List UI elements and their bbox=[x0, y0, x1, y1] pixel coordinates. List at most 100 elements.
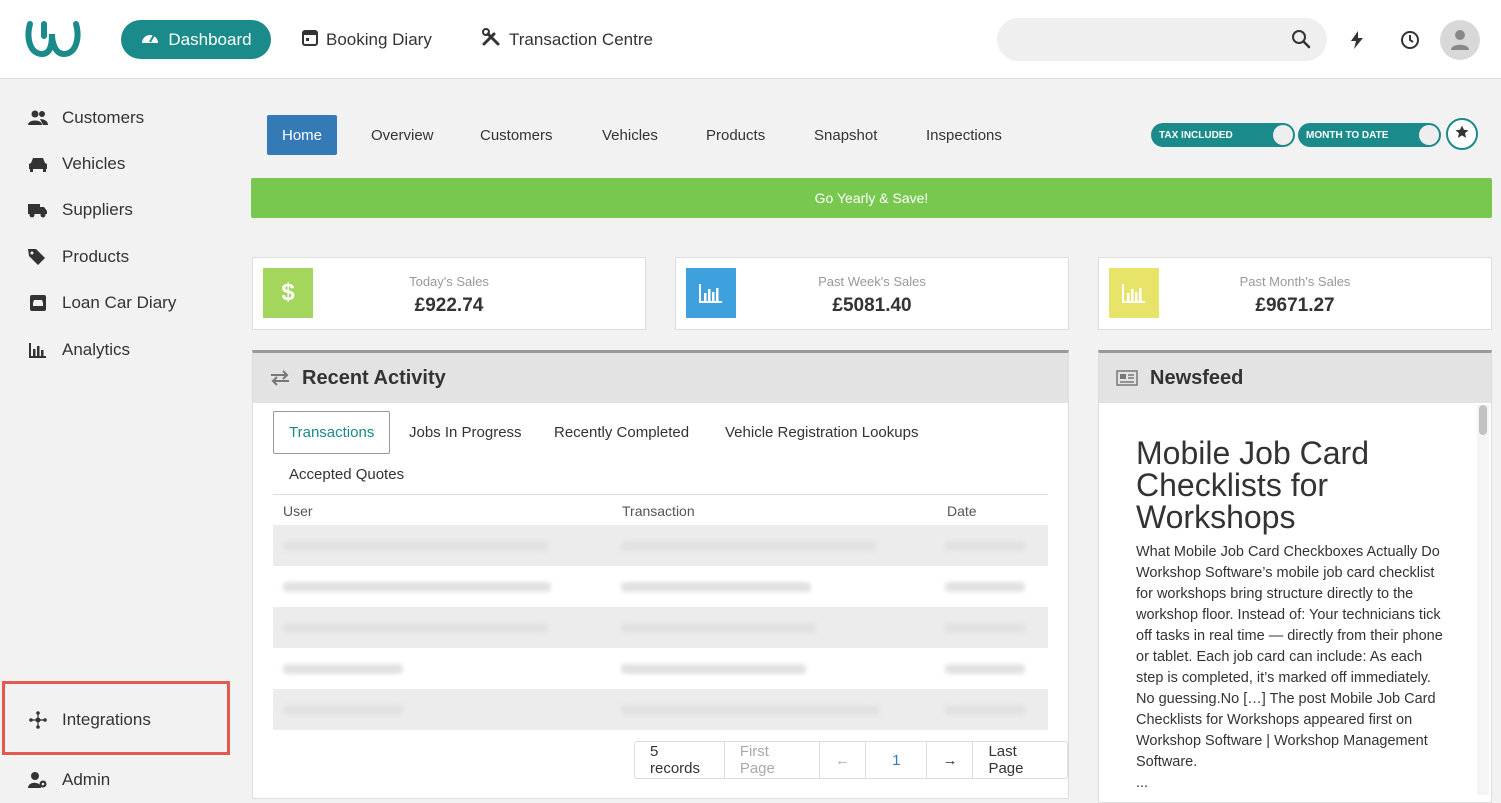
lightning-icon[interactable] bbox=[1345, 28, 1369, 52]
tab-customers[interactable]: Customers bbox=[465, 115, 568, 155]
recent-activity-title: Recent Activity bbox=[302, 366, 446, 389]
nav-booking-diary[interactable]: Booking Diary bbox=[302, 20, 432, 59]
table-row[interactable] bbox=[273, 648, 1048, 689]
column-user: User bbox=[283, 503, 313, 519]
tab-accepted-quotes[interactable]: Accepted Quotes bbox=[274, 453, 419, 496]
table-row[interactable] bbox=[273, 525, 1048, 566]
stat-value: £9671.27 bbox=[1255, 295, 1335, 316]
app-logo[interactable] bbox=[22, 18, 84, 60]
recent-activity-header: Recent Activity bbox=[253, 353, 1068, 403]
stat-value: £922.74 bbox=[414, 295, 484, 316]
prev-page-button[interactable]: ← bbox=[820, 742, 867, 778]
nav-dashboard-label: Dashboard bbox=[168, 29, 252, 49]
avatar[interactable] bbox=[1440, 20, 1480, 60]
last-page-button[interactable]: Last Page bbox=[973, 742, 1067, 778]
sidebar-item-label: Admin bbox=[62, 770, 111, 789]
sidebar-item-vehicles[interactable]: Vehicles bbox=[0, 144, 231, 184]
sidebar-item-analytics[interactable]: Analytics bbox=[0, 330, 231, 370]
stat-card-month: Past Month's Sales £9671.27 bbox=[1098, 257, 1492, 330]
recent-activity-panel: Recent Activity Transactions Jobs In Pro… bbox=[252, 350, 1069, 799]
tab-vehicle-registration-lookups[interactable]: Vehicle Registration Lookups bbox=[710, 411, 933, 454]
stat-value: £5081.40 bbox=[832, 295, 912, 316]
toggle-knob bbox=[1273, 125, 1293, 145]
go-yearly-banner[interactable]: Go Yearly & Save! bbox=[251, 178, 1492, 218]
sidebar-item-label: Products bbox=[62, 247, 130, 266]
tax-included-label: TAX INCLUDED bbox=[1159, 129, 1233, 141]
article-text: What Mobile Job Card Checkboxes Actually… bbox=[1136, 544, 1443, 770]
month-to-date-toggle[interactable]: MONTH TO DATE bbox=[1298, 123, 1441, 147]
table-row[interactable] bbox=[273, 566, 1048, 607]
column-date: Date bbox=[947, 503, 977, 519]
sidebar-item-products[interactable]: Products bbox=[0, 237, 231, 277]
speedometer-icon bbox=[140, 29, 160, 50]
sidebar-item-label: Analytics bbox=[62, 340, 131, 359]
nav-transaction-centre-label: Transaction Centre bbox=[509, 29, 653, 49]
sidebar-item-customers[interactable]: Customers bbox=[0, 98, 231, 138]
table-header: User Transaction Date bbox=[273, 494, 1048, 525]
sidebar-item-label: Vehicles bbox=[62, 154, 126, 173]
exchange-icon bbox=[270, 370, 290, 386]
tab-inspections[interactable]: Inspections bbox=[911, 115, 1017, 155]
calendar-icon bbox=[302, 28, 318, 51]
records-count: 5 records bbox=[635, 742, 725, 778]
users-icon bbox=[28, 108, 48, 128]
tools-icon bbox=[481, 27, 501, 52]
column-transaction: Transaction bbox=[622, 503, 695, 519]
favourite-button[interactable] bbox=[1446, 118, 1478, 150]
nav-transaction-centre[interactable]: Transaction Centre bbox=[481, 20, 653, 59]
sidebar-item-admin[interactable]: Admin bbox=[0, 760, 231, 800]
tax-included-toggle[interactable]: TAX INCLUDED bbox=[1151, 123, 1295, 147]
toggle-knob bbox=[1419, 125, 1439, 145]
car-icon bbox=[28, 154, 48, 174]
stat-title: Past Month's Sales bbox=[1239, 274, 1351, 289]
search-icon[interactable] bbox=[1291, 29, 1311, 54]
tab-products[interactable]: Products bbox=[691, 115, 780, 155]
newsfeed-scrollbar[interactable] bbox=[1477, 405, 1489, 795]
sidebar-item-label: Suppliers bbox=[62, 200, 133, 219]
tags-icon bbox=[28, 247, 48, 267]
nav-dashboard[interactable]: Dashboard bbox=[121, 20, 271, 59]
article-ellipsis: ... bbox=[1136, 775, 1149, 791]
tab-recently-completed[interactable]: Recently Completed bbox=[539, 411, 704, 454]
search-input[interactable] bbox=[997, 18, 1327, 61]
top-bar: Dashboard Booking Diary Transaction Cent… bbox=[0, 0, 1501, 79]
nav-booking-diary-label: Booking Diary bbox=[326, 29, 432, 49]
sidebar-item-suppliers[interactable]: Suppliers bbox=[0, 190, 231, 230]
next-page-button[interactable]: → bbox=[927, 742, 974, 778]
tab-vehicles[interactable]: Vehicles bbox=[587, 115, 673, 155]
stat-title: Today's Sales bbox=[409, 274, 489, 289]
article-body: What Mobile Job Card Checkboxes Actually… bbox=[1136, 542, 1446, 794]
scrollbar-thumb[interactable] bbox=[1479, 405, 1487, 435]
stat-card-today: $ Today's Sales £922.74 bbox=[252, 257, 646, 330]
page-number[interactable]: 1 bbox=[866, 742, 928, 778]
stat-card-week: Past Week's Sales £5081.40 bbox=[675, 257, 1069, 330]
integrations-highlight-box bbox=[2, 681, 230, 755]
bar-chart-icon bbox=[28, 340, 48, 360]
sidebar-item-label: Loan Car Diary bbox=[62, 293, 177, 312]
sidebar-item-loan-car-diary[interactable]: Loan Car Diary bbox=[0, 283, 231, 323]
month-to-date-label: MONTH TO DATE bbox=[1306, 129, 1389, 141]
tab-transactions[interactable]: Transactions bbox=[273, 411, 391, 454]
stat-title: Past Week's Sales bbox=[818, 274, 926, 289]
newsfeed-title: Newsfeed bbox=[1150, 366, 1244, 389]
table-row[interactable] bbox=[273, 689, 1048, 730]
table-row[interactable] bbox=[273, 607, 1048, 648]
truck-icon bbox=[28, 200, 48, 220]
star-icon bbox=[1455, 125, 1469, 144]
dashboard-tabs: Home Overview Customers Vehicles Product… bbox=[231, 80, 1501, 178]
tab-snapshot[interactable]: Snapshot bbox=[799, 115, 892, 155]
clock-icon[interactable] bbox=[1398, 28, 1422, 52]
main-content: Home Overview Customers Vehicles Product… bbox=[231, 80, 1501, 803]
pagination: 5 records First Page ← 1 → Last Page bbox=[634, 741, 1068, 779]
sidebar-item-label: Customers bbox=[62, 108, 145, 127]
newsfeed-header: Newsfeed bbox=[1099, 353, 1491, 403]
tab-jobs-in-progress[interactable]: Jobs In Progress bbox=[394, 411, 537, 454]
tab-home[interactable]: Home bbox=[267, 115, 338, 155]
first-page-button[interactable]: First Page bbox=[725, 742, 821, 778]
tab-overview[interactable]: Overview bbox=[356, 115, 449, 155]
loan-car-icon bbox=[28, 293, 48, 313]
article-title[interactable]: Mobile Job Card Checklists for Workshops bbox=[1136, 437, 1456, 533]
newsfeed-panel: Newsfeed Mobile Job Card Checklists for … bbox=[1098, 350, 1492, 803]
user-gear-icon bbox=[28, 770, 48, 790]
newspaper-icon bbox=[1116, 370, 1138, 386]
